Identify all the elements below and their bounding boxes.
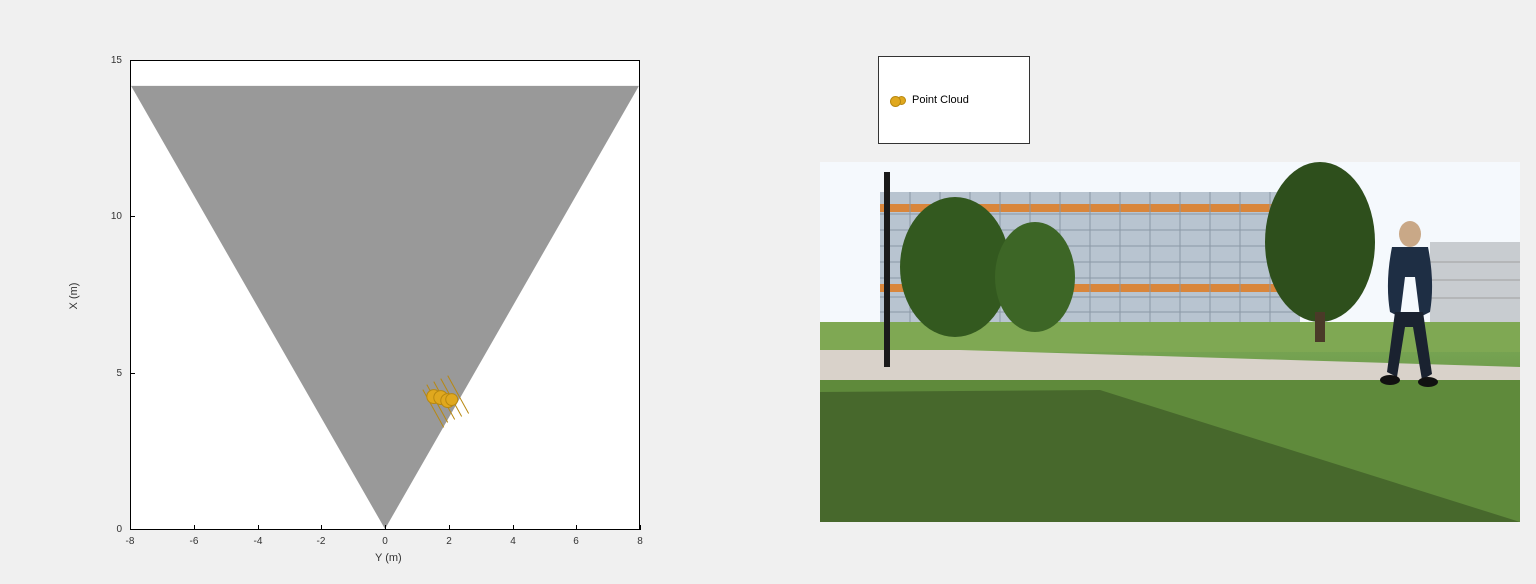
legend-marker-icon [897,96,906,105]
ytick-0: 0 [100,524,122,535]
camera-view [820,162,1520,522]
xtick-0: 0 [375,536,395,547]
x-axis-label: Y (m) [375,552,402,564]
ytick-10: 10 [100,211,122,222]
y-axis-label: X (m) [68,283,80,310]
xtick-n2: -2 [311,536,331,547]
legend: Point Cloud [878,56,1030,144]
legend-label: Point Cloud [912,94,969,106]
xtick-n6: -6 [184,536,204,547]
ytick-15: 15 [100,55,122,66]
xtick-6: 6 [566,536,586,547]
xtick-8: 8 [630,536,650,547]
xtick-n8: -8 [120,536,140,547]
xtick-n4: -4 [248,536,268,547]
plot-svg [131,61,639,529]
xtick-4: 4 [503,536,523,547]
point-cloud-plot [130,60,640,530]
camera-scene [820,162,1520,522]
ytick-5: 5 [100,368,122,379]
xtick-2: 2 [439,536,459,547]
fov-cone [131,86,639,529]
